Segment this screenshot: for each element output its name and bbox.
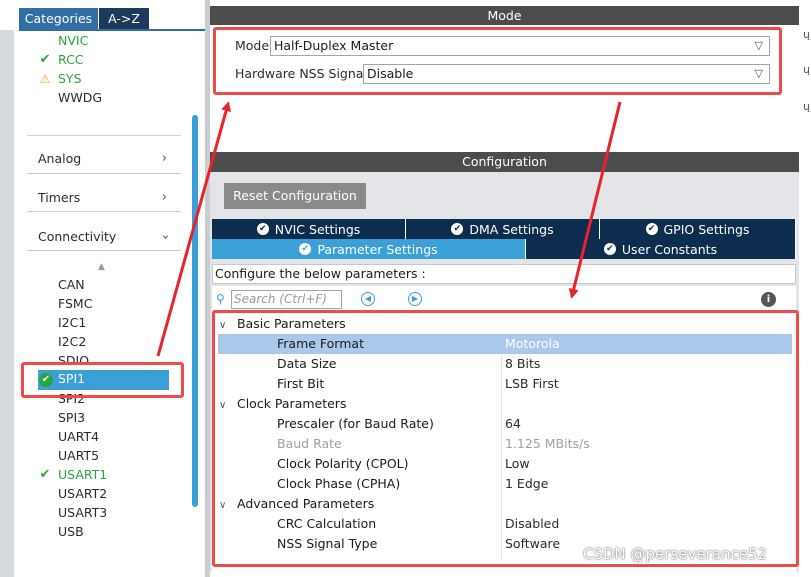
arrow-spi1-to-mode [156,101,231,357]
arrow-mode-to-parameters [568,101,622,299]
annotation-arrows [156,101,622,357]
watermark: CSDN @perseverance52 [583,545,768,563]
